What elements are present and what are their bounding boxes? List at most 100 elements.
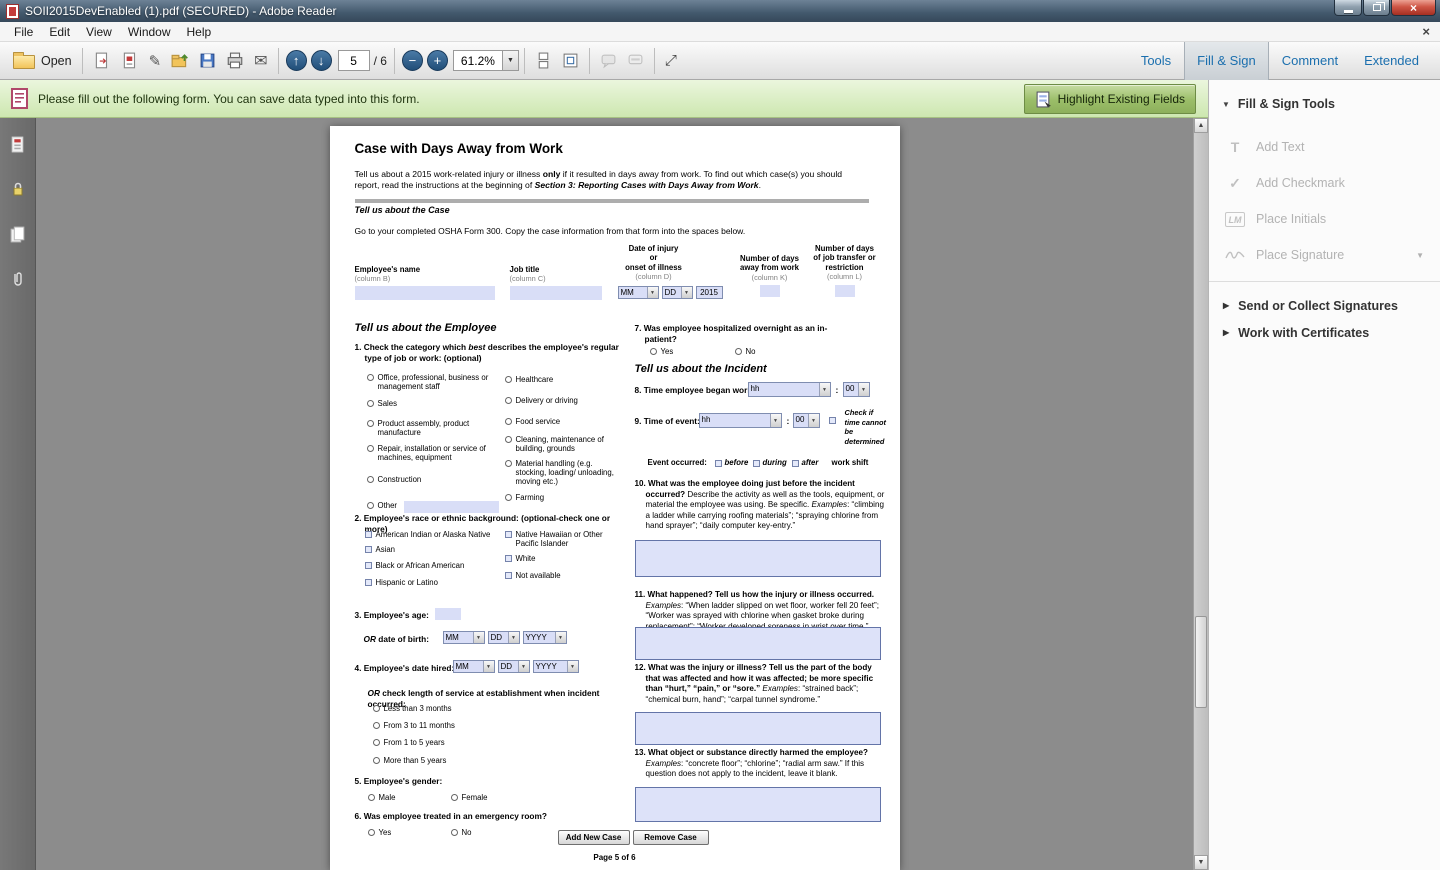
send-collect-signatures-section[interactable]: ▶ Send or Collect Signatures: [1209, 292, 1440, 319]
birth-month-select[interactable]: MM▼: [443, 631, 485, 644]
q1-option-healthcare[interactable]: Healthcare: [505, 375, 625, 384]
minimize-button[interactable]: [1334, 0, 1362, 16]
radio-icon[interactable]: [505, 418, 512, 425]
save-file-button[interactable]: [194, 46, 221, 76]
signature-dropdown-icon[interactable]: ▼: [1416, 251, 1424, 260]
combo-arrow-icon[interactable]: ▼: [808, 414, 819, 427]
birth-day-select[interactable]: DD▼: [488, 631, 520, 644]
combo-arrow-icon[interactable]: ▼: [770, 414, 781, 427]
scroll-down-button[interactable]: ▼: [1194, 855, 1208, 870]
q2-option-asian[interactable]: Asian: [365, 545, 497, 554]
tab-extended[interactable]: Extended: [1351, 42, 1432, 80]
event-hour-select[interactable]: hh▼: [699, 413, 782, 428]
panel-header[interactable]: ▼ Fill & Sign Tools: [1209, 80, 1440, 117]
radio-icon[interactable]: [505, 494, 512, 501]
open-button[interactable]: Open: [8, 46, 77, 76]
checkbox-icon[interactable]: [505, 531, 512, 538]
page-number-input[interactable]: [338, 50, 370, 71]
hired-year-select[interactable]: YYYY▼: [533, 660, 579, 673]
menu-item-help[interactable]: Help: [179, 23, 220, 41]
close-button[interactable]: ×: [1391, 0, 1436, 16]
radio-icon[interactable]: [735, 348, 742, 355]
menu-item-window[interactable]: Window: [120, 23, 179, 41]
fullscreen-button[interactable]: ⤢: [660, 46, 682, 76]
checkbox-icon[interactable]: [365, 546, 372, 553]
highlight-tool-button[interactable]: [622, 46, 649, 76]
combo-arrow-icon[interactable]: ▼: [858, 383, 869, 396]
combo-arrow-icon[interactable]: ▼: [518, 661, 529, 672]
combo-arrow-icon[interactable]: ▼: [567, 661, 578, 672]
tab-tools[interactable]: Tools: [1128, 42, 1184, 80]
harming-object-textarea[interactable]: [635, 787, 881, 822]
radio-icon[interactable]: [451, 829, 458, 836]
what-happened-textarea[interactable]: [635, 627, 881, 660]
add-text-tool[interactable]: T Add Text: [1209, 129, 1440, 165]
radio-icon[interactable]: [373, 739, 380, 746]
radio-icon[interactable]: [505, 436, 512, 443]
employee-name-field[interactable]: [355, 286, 495, 300]
email-button[interactable]: ✉: [249, 46, 272, 76]
vertical-scrollbar[interactable]: ▲ ▼: [1193, 118, 1208, 870]
injury-month-select[interactable]: MM▼: [618, 286, 659, 299]
injury-illness-textarea[interactable]: [635, 712, 881, 745]
began-work-minute-select[interactable]: 00▼: [843, 382, 870, 397]
radio-icon[interactable]: [367, 445, 374, 452]
q6-option-no[interactable]: No: [451, 828, 472, 837]
q1-option-product-assembly[interactable]: Product assembly, product manufacture: [367, 419, 499, 437]
next-page-button[interactable]: ↓: [311, 50, 332, 71]
work-with-certificates-section[interactable]: ▶ Work with Certificates: [1209, 319, 1440, 346]
q2-option-white[interactable]: White: [505, 554, 623, 563]
q1-option-construction[interactable]: Construction: [367, 475, 499, 484]
share-folder-button[interactable]: [166, 46, 194, 76]
began-work-hour-select[interactable]: hh▼: [748, 382, 831, 397]
q6-option-yes[interactable]: Yes: [368, 828, 392, 837]
q1-option-food-service[interactable]: Food service: [505, 417, 625, 426]
q7-option-no[interactable]: No: [735, 347, 756, 356]
security-settings-button[interactable]: [6, 177, 30, 201]
event-before-checkbox[interactable]: [715, 460, 722, 467]
attachments-button[interactable]: [6, 267, 30, 291]
days-transfer-field[interactable]: [835, 285, 855, 297]
add-new-case-button[interactable]: Add New Case: [558, 830, 630, 845]
add-checkmark-tool[interactable]: ✓ Add Checkmark: [1209, 165, 1440, 201]
combo-arrow-icon[interactable]: ▼: [473, 632, 484, 643]
event-minute-select[interactable]: 00▼: [793, 413, 820, 428]
q1-option-repair[interactable]: Repair, installation or service of machi…: [367, 444, 499, 462]
event-during-checkbox[interactable]: [753, 460, 760, 467]
sticky-note-button[interactable]: [595, 46, 622, 76]
create-pdf-button[interactable]: [116, 46, 144, 76]
q5-option-male[interactable]: Male: [368, 793, 396, 802]
radio-icon[interactable]: [505, 376, 512, 383]
radio-icon[interactable]: [367, 502, 374, 509]
remove-case-button[interactable]: Remove Case: [633, 830, 709, 845]
checkbox-icon[interactable]: [365, 579, 372, 586]
q2-option-not-available[interactable]: Not available: [505, 571, 623, 580]
radio-icon[interactable]: [373, 705, 380, 712]
export-page-button[interactable]: [88, 46, 116, 76]
q4-option-less-3-months[interactable]: Less than 3 months: [373, 704, 523, 713]
highlight-existing-fields-button[interactable]: Highlight Existing Fields: [1024, 84, 1196, 114]
q7-option-yes[interactable]: Yes: [650, 347, 674, 356]
print-button[interactable]: [221, 46, 249, 76]
page-thumbnails-button[interactable]: [6, 132, 30, 156]
time-undetermined-checkbox[interactable]: [829, 417, 836, 424]
q5-option-female[interactable]: Female: [451, 793, 488, 802]
q1-option-other[interactable]: Other: [367, 501, 499, 513]
radio-icon[interactable]: [650, 348, 657, 355]
radio-icon[interactable]: [373, 722, 380, 729]
pages-panel-button[interactable]: [6, 222, 30, 246]
job-title-field[interactable]: [510, 286, 602, 300]
q1-option-office[interactable]: Office, professional, business or manage…: [367, 373, 499, 391]
previous-page-button[interactable]: ↑: [286, 50, 307, 71]
checkbox-icon[interactable]: [505, 572, 512, 579]
q1-option-delivery[interactable]: Delivery or driving: [505, 396, 625, 405]
zoom-dropdown-button[interactable]: ▼: [503, 50, 519, 71]
q1-option-sales[interactable]: Sales: [367, 399, 499, 408]
tab-fill-sign[interactable]: Fill & Sign: [1184, 42, 1269, 80]
birth-year-select[interactable]: YYYY▼: [523, 631, 567, 644]
combo-arrow-icon[interactable]: ▼: [819, 383, 830, 396]
menubar-close-icon[interactable]: ×: [1422, 25, 1430, 38]
zoom-level-value[interactable]: 61.2%: [453, 50, 503, 71]
zoom-out-button[interactable]: −: [402, 50, 423, 71]
q2-option-black[interactable]: Black or African American: [365, 561, 497, 570]
